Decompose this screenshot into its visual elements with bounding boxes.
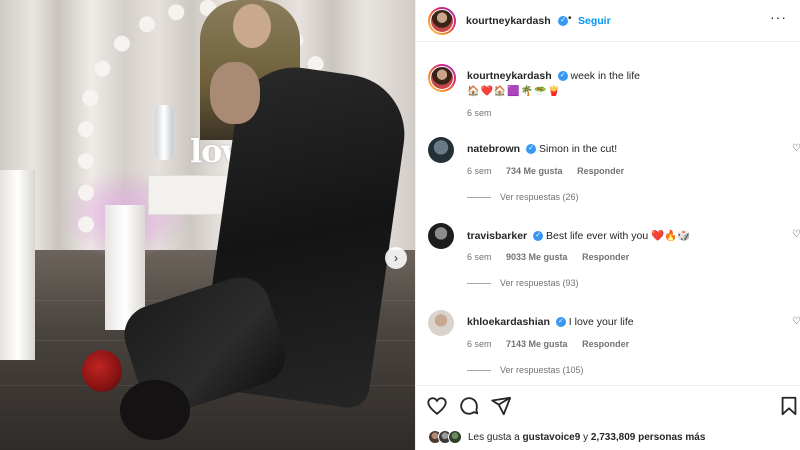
woman-head xyxy=(120,380,190,440)
view-replies-button[interactable]: Ver respuestas (26) xyxy=(467,192,579,202)
author-avatar[interactable] xyxy=(428,7,456,35)
reply-button[interactable]: Responder xyxy=(582,252,629,262)
liker-username[interactable]: gustavoice9 xyxy=(523,432,581,443)
replies-divider xyxy=(467,282,491,284)
comment-meta: 6 sem 734 Me gusta Responder xyxy=(467,166,636,176)
comment-avatar[interactable] xyxy=(428,310,454,336)
post-side-panel: kourtneykardash ✓ • Seguir ··· kourtneyk… xyxy=(415,0,800,450)
comment-meta: 6 sem 9033 Me gusta Responder xyxy=(467,252,641,262)
replies-divider xyxy=(467,196,491,198)
follow-button[interactable]: Seguir xyxy=(578,15,611,27)
likes-count[interactable]: 2,733,809 personas más xyxy=(591,432,706,443)
glass-vase xyxy=(155,105,173,160)
share-icon[interactable] xyxy=(490,395,512,417)
comment-meta: 6 sem 7143 Me gusta Responder xyxy=(467,339,641,349)
post-photo[interactable]: love › xyxy=(0,0,415,450)
view-replies-button[interactable]: Ver respuestas (93) xyxy=(467,278,579,288)
view-replies-label: Ver respuestas (93) xyxy=(500,278,579,288)
liker-avatar xyxy=(448,430,462,444)
separator-dot: • xyxy=(568,13,572,24)
action-bar xyxy=(416,385,800,425)
author-username[interactable]: kourtneykardash xyxy=(466,15,551,27)
comment-text: I love your life xyxy=(568,316,634,328)
view-replies-label: Ver respuestas (26) xyxy=(500,192,579,202)
comment-likes[interactable]: 734 Me gusta xyxy=(506,166,563,176)
comments-list[interactable]: kourtneykardash ✓ week in the life 🏠❤️🏠🟪🌴… xyxy=(416,42,800,384)
comment-username[interactable]: khloekardashian xyxy=(467,316,550,328)
verified-icon: ✓ xyxy=(558,16,568,26)
verified-icon: ✓ xyxy=(526,144,537,155)
likes-summary: Les gusta a gustavoice9 y 2,733,809 pers… xyxy=(428,427,705,447)
comment-likes[interactable]: 9033 Me gusta xyxy=(506,252,568,262)
comment-time: 6 sem xyxy=(467,252,492,262)
caption-avatar[interactable] xyxy=(428,64,456,92)
likes-prefix: Les gusta a xyxy=(468,431,520,443)
likes-text: Les gusta a gustavoice9 y 2,733,809 pers… xyxy=(468,432,705,443)
bookmark-icon[interactable] xyxy=(778,395,800,417)
officiant-head xyxy=(233,4,271,48)
comment-time: 6 sem xyxy=(467,166,492,176)
heart-icon[interactable]: ♡ xyxy=(792,143,800,154)
reply-button[interactable]: Responder xyxy=(577,166,624,176)
heart-icon[interactable]: ♡ xyxy=(792,316,800,327)
view-replies-label: Ver respuestas (105) xyxy=(500,365,584,375)
comment-username[interactable]: travisbarker xyxy=(467,230,527,242)
likes-connector: y xyxy=(583,431,589,443)
caption-time: 6 sem xyxy=(467,108,492,118)
man-head xyxy=(210,62,260,124)
heart-icon[interactable] xyxy=(426,395,448,417)
replies-divider xyxy=(467,369,491,371)
comment-time: 6 sem xyxy=(467,339,492,349)
caption-username[interactable]: kourtneykardash xyxy=(467,70,552,82)
chevron-right-icon: › xyxy=(394,251,398,265)
comment-avatar[interactable] xyxy=(428,223,454,249)
next-photo-button[interactable]: › xyxy=(385,247,407,269)
verified-icon: ✓ xyxy=(557,71,568,82)
caption-text: week in the life xyxy=(570,70,641,82)
reply-button[interactable]: Responder xyxy=(582,339,629,349)
caption-meta: 6 sem xyxy=(467,108,504,118)
comment-username[interactable]: natebrown xyxy=(467,143,520,155)
comment-icon[interactable] xyxy=(458,395,480,417)
comment-likes[interactable]: 7143 Me gusta xyxy=(506,339,568,349)
post-header: kourtneykardash ✓ • Seguir ··· xyxy=(416,0,800,42)
comment-text: Best life ever with you ❤️🔥🎲 xyxy=(546,230,691,242)
heart-icon[interactable]: ♡ xyxy=(792,229,800,240)
white-stand xyxy=(0,170,35,360)
more-icon[interactable]: ··· xyxy=(770,9,787,25)
caption-emojis: 🏠❤️🏠🟪🌴🥗🍟 xyxy=(467,86,562,97)
rose-bouquet xyxy=(82,350,122,392)
comment-avatar[interactable] xyxy=(428,137,454,163)
verified-icon: ✓ xyxy=(555,317,566,328)
verified-icon: ✓ xyxy=(533,231,544,242)
comment-text: Simon in the cut! xyxy=(539,143,618,155)
view-replies-button[interactable]: Ver respuestas (105) xyxy=(467,365,584,375)
